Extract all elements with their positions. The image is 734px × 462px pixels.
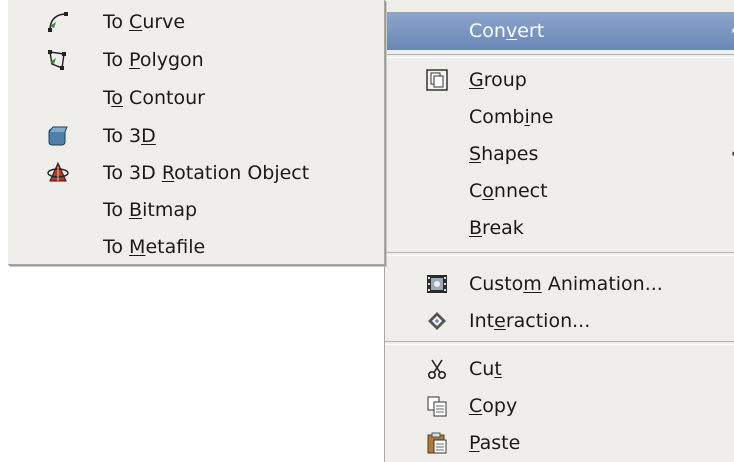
menu-item-copy[interactable]: Copy (385, 388, 734, 424)
scissors-icon (425, 357, 449, 381)
menu-item-cut[interactable]: Cut (385, 351, 734, 387)
menu-item-custom-animation-label: Custom Animation... (469, 273, 663, 295)
menu-separator (385, 341, 734, 345)
submenu-item-to-metafile-label: To Metafile (103, 236, 206, 258)
menu-item-group[interactable]: Group (385, 62, 734, 98)
submenu-item-to-curve-label: To Curve (103, 11, 186, 33)
menu-item-custom-animation[interactable]: Custom Animation... (385, 266, 734, 302)
menu-separator (385, 252, 734, 256)
menu-item-interaction-label: Interaction... (469, 310, 591, 332)
menu-item-combine-label: Combine (469, 106, 554, 128)
menu-item-copy-label: Copy (469, 395, 518, 417)
rotation-object-icon (46, 161, 70, 185)
submenu-item-to-3d-rotation[interactable]: To 3D Rotation Object (8, 155, 384, 191)
menu-item-break-label: Break (469, 217, 524, 239)
submenu-item-to-3d-label: To 3D (103, 125, 156, 147)
menu-item-interaction[interactable]: Interaction... (385, 303, 734, 339)
submenu-item-to-polygon[interactable]: To Polygon (8, 42, 384, 78)
submenu-item-to-bitmap[interactable]: To Bitmap (8, 192, 384, 228)
menu-item-paste-label: Paste (469, 432, 521, 454)
menu-item-shapes-label: Shapes (469, 143, 539, 165)
submenu-item-to-contour-label: To Contour (103, 87, 205, 109)
submenu-item-to-3d[interactable]: To 3D (8, 118, 384, 154)
submenu-item-to-polygon-label: To Polygon (103, 49, 204, 71)
menu-item-connect-label: Connect (469, 180, 548, 202)
menu-item-group-label: Group (469, 69, 527, 91)
menu-item-connect[interactable]: Connect (385, 173, 734, 209)
menu-separator (385, 54, 734, 58)
context-menu: Convert▸ Group Combine Shapes▸ Connect Break C… (384, 0, 734, 462)
bezier-curve-icon (46, 10, 70, 34)
polygon-icon (46, 48, 70, 72)
group-icon (425, 68, 449, 92)
convert-submenu: To Curve To Polygon To Contour To 3D To 3D R… (8, 0, 385, 265)
animation-film-icon (425, 272, 449, 296)
menu-item-paste[interactable]: Paste (385, 425, 734, 461)
submenu-item-to-bitmap-label: To Bitmap (103, 199, 198, 221)
copy-icon (425, 394, 449, 418)
cube-3d-icon (46, 124, 70, 148)
submenu-item-to-curve[interactable]: To Curve (8, 4, 384, 40)
menu-item-cut-label: Cut (469, 358, 502, 380)
menu-item-shapes[interactable]: Shapes▸ (385, 136, 734, 172)
interaction-icon (425, 309, 449, 333)
menu-item-break[interactable]: Break (385, 210, 734, 246)
submenu-item-to-metafile[interactable]: To Metafile (8, 229, 384, 265)
menu-item-convert[interactable]: Convert▸ (385, 12, 734, 50)
menu-item-combine[interactable]: Combine (385, 99, 734, 135)
menu-item-convert-label: Convert (469, 20, 545, 42)
paste-icon (425, 431, 449, 455)
submenu-item-to-contour[interactable]: To Contour (8, 80, 384, 116)
submenu-item-to-3d-rotation-label: To 3D Rotation Object (103, 162, 310, 184)
